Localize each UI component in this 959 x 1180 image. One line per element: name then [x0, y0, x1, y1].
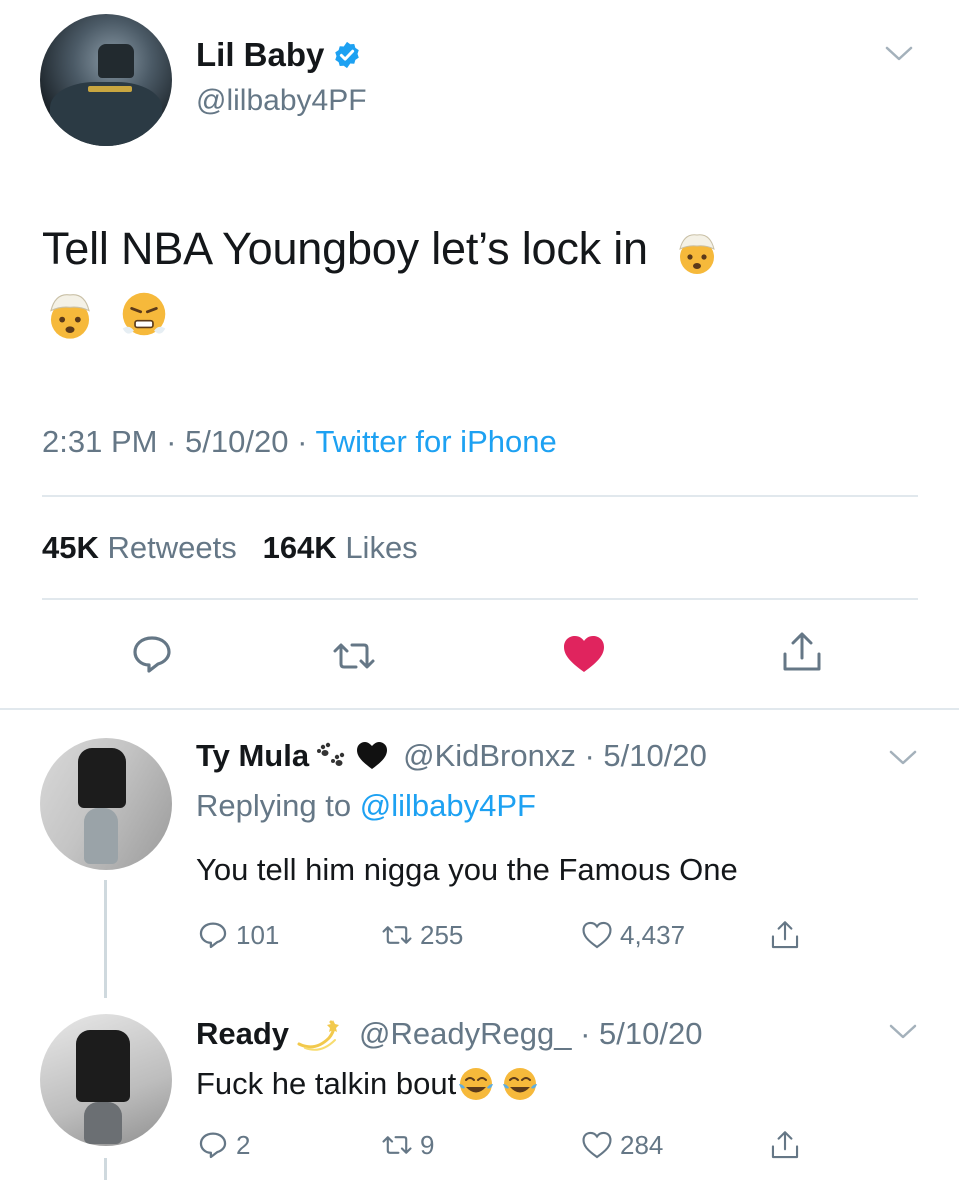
reply-author-name[interactable]: Ready — [196, 1016, 289, 1052]
paw-prints-icon — [317, 742, 345, 766]
divider — [0, 708, 959, 710]
reply-icon[interactable] — [196, 1128, 230, 1162]
share-icon[interactable] — [778, 628, 826, 676]
likes-label[interactable]: Likes — [345, 530, 417, 565]
like-count-group[interactable]: 4,437 — [580, 918, 685, 952]
exploding-head-emoji-icon — [679, 234, 715, 275]
reply-count: 101 — [236, 919, 280, 950]
tweet-stats: 45K Retweets 164K Likes — [42, 530, 418, 566]
author-avatar[interactable] — [40, 14, 172, 146]
retweet-count-group[interactable]: 9 — [380, 1128, 434, 1162]
chevron-down-icon[interactable] — [888, 748, 918, 768]
reply-author-name[interactable]: Ty Mula — [196, 738, 309, 774]
avatar-figure-legs — [84, 1102, 122, 1144]
black-heart-icon — [357, 742, 388, 769]
tweet-text: Tell NBA Youngboy let’s lock in — [42, 223, 648, 274]
thread-line — [104, 880, 107, 998]
reply-header: Ready @ReadyRegg_ · 5/10/20 — [196, 1014, 702, 1054]
retweet-count-group[interactable]: 255 — [380, 918, 463, 952]
likes-count[interactable]: 164K — [263, 530, 337, 565]
reply-avatar[interactable] — [40, 738, 172, 870]
tweet-time: 2:31 PM — [42, 424, 158, 459]
exploding-head-emoji-icon — [50, 294, 90, 339]
share-icon[interactable] — [768, 1128, 802, 1162]
steam-from-nose-emoji-icon — [123, 292, 166, 336]
tweet-date: 5/10/20 — [185, 424, 289, 459]
tweet-source-link[interactable]: Twitter for iPhone — [315, 424, 556, 459]
retweet-icon[interactable] — [380, 1128, 414, 1162]
reply-icon[interactable] — [196, 918, 230, 952]
reply-text: Fuck he talkin bout — [196, 1066, 457, 1101]
retweet-icon[interactable] — [330, 632, 378, 680]
reply-count: 2 — [236, 1129, 251, 1160]
reply-handle-date[interactable]: @ReadyRegg_ · 5/10/20 — [359, 1016, 702, 1052]
heart-icon[interactable] — [580, 918, 614, 952]
reply-icon[interactable] — [128, 630, 176, 678]
replying-to-mention[interactable]: @lilbaby4PF — [360, 788, 536, 823]
chevron-down-icon[interactable] — [888, 1022, 918, 1042]
avatar-figure — [76, 1030, 130, 1102]
dizzy-icon — [297, 1020, 340, 1051]
like-count-group[interactable]: 284 — [580, 1128, 663, 1162]
retweets-label[interactable]: Retweets — [108, 530, 237, 565]
meta-separator: · — [297, 424, 308, 459]
reply-text-block: Fuck he talkin bout — [196, 1064, 540, 1104]
retweet-count: 9 — [420, 1129, 435, 1160]
retweet-count: 255 — [420, 919, 464, 950]
retweets-count[interactable]: 45K — [42, 530, 99, 565]
avatar-stamp — [88, 86, 132, 92]
avatar-figure — [78, 748, 126, 808]
heart-liked-icon[interactable] — [560, 630, 608, 678]
divider — [42, 598, 918, 600]
tears-of-joy-emoji-icon — [503, 1068, 538, 1100]
reply-count-group[interactable]: 2 — [196, 1128, 250, 1162]
share-icon[interactable] — [768, 918, 802, 952]
like-count: 284 — [620, 1129, 664, 1160]
divider — [42, 495, 918, 497]
tweet-meta: 2:31 PM · 5/10/20 · Twitter for iPhone — [42, 424, 557, 460]
reply-header: Ty Mula @KidBronxz · 5/10/20 — [196, 738, 707, 774]
author-name[interactable]: Lil Baby — [196, 36, 324, 74]
avatar-figure — [98, 44, 134, 78]
replying-to-prefix: Replying to — [196, 788, 352, 823]
like-count: 4,437 — [620, 919, 686, 950]
reply-count-group[interactable]: 101 — [196, 918, 279, 952]
retweet-icon[interactable] — [380, 918, 414, 952]
avatar-figure-legs — [84, 808, 118, 864]
tears-of-joy-emoji-icon — [459, 1068, 494, 1100]
thread-line — [104, 1158, 107, 1180]
reply-text: You tell him nigga you the Famous One — [196, 852, 738, 887]
chevron-down-icon[interactable] — [884, 44, 914, 64]
tweet-text-block: Tell NBA Youngboy let’s lock in — [42, 218, 902, 342]
reply-handle-date[interactable]: @KidBronxz · 5/10/20 — [403, 738, 707, 774]
verified-badge-icon — [335, 41, 360, 69]
author-name-row[interactable]: Lil Baby — [196, 36, 362, 74]
replying-to-line: Replying to @lilbaby4PF — [196, 788, 536, 824]
heart-icon[interactable] — [580, 1128, 614, 1162]
author-handle[interactable]: @lilbaby4PF — [196, 84, 367, 118]
meta-separator: · — [166, 424, 177, 459]
reply-avatar[interactable] — [40, 1014, 172, 1146]
